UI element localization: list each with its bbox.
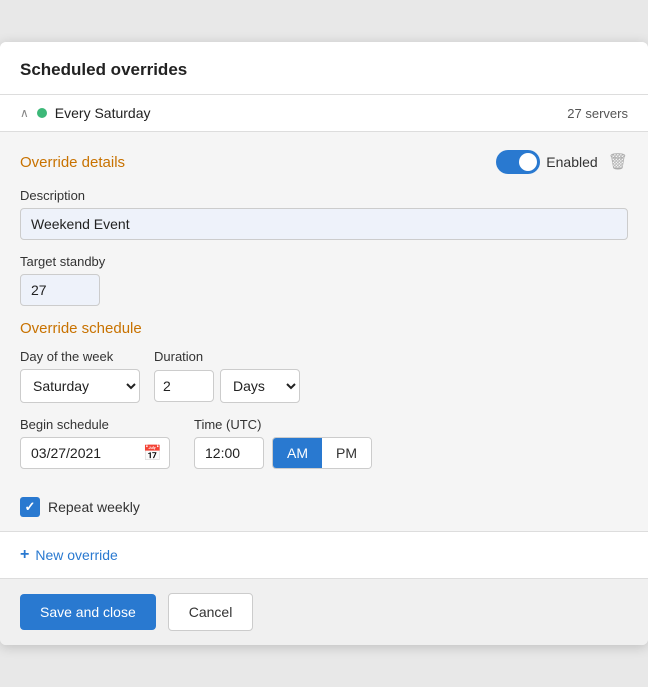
status-dot — [37, 108, 47, 118]
save-and-close-button[interactable]: Save and close — [20, 594, 156, 630]
toggle-track[interactable] — [496, 150, 540, 174]
duration-unit-select[interactable]: Days Hours Weeks — [220, 369, 300, 403]
override-body: Override details Enabled 🗑 Description — [0, 132, 648, 531]
toggle-container: Enabled — [496, 150, 597, 174]
modal: Scheduled overrides ∧ Every Saturday 27 … — [0, 42, 648, 645]
am-button[interactable]: AM — [273, 438, 322, 468]
checkmark-icon: ✓ — [25, 499, 36, 515]
servers-count: 27 servers — [567, 106, 628, 121]
override-controls: Enabled 🗑 — [496, 150, 628, 174]
description-input[interactable] — [20, 208, 628, 240]
trash-icon[interactable]: 🗑 — [608, 152, 628, 172]
begin-time-row: Begin schedule 📅 Time (UTC) AM PM — [20, 417, 628, 483]
modal-title: Scheduled overrides — [20, 60, 628, 80]
schedule-name: Every Saturday — [55, 105, 151, 121]
pm-button[interactable]: PM — [322, 438, 371, 468]
duration-label: Duration — [154, 349, 300, 364]
begin-group: Begin schedule 📅 — [20, 417, 170, 469]
schedule-section-title: Override schedule — [20, 320, 628, 337]
schedule-row-left: ∧ Every Saturday — [20, 105, 151, 121]
day-label: Day of the week — [20, 349, 140, 364]
time-group: Time (UTC) AM PM — [194, 417, 372, 469]
duration-group: Duration Days Hours Weeks — [154, 349, 300, 403]
time-input[interactable] — [194, 437, 264, 469]
override-details-label: Override details — [20, 154, 125, 171]
duration-inputs: Days Hours Weeks — [154, 369, 300, 403]
time-row: AM PM — [194, 437, 372, 469]
time-label: Time (UTC) — [194, 417, 372, 432]
target-standby-input[interactable] — [20, 274, 100, 306]
new-override-label: New override — [35, 547, 117, 563]
plus-icon: + — [20, 546, 29, 564]
schedule-grid: Day of the week Saturday Sunday Monday T… — [20, 349, 628, 403]
duration-number-input[interactable] — [154, 370, 214, 402]
enabled-label: Enabled — [546, 154, 597, 170]
day-select[interactable]: Saturday Sunday Monday Tuesday Wednesday… — [20, 369, 140, 403]
new-override-row[interactable]: + New override — [0, 531, 648, 578]
override-header-row: Override details Enabled 🗑 — [20, 150, 628, 174]
cancel-button[interactable]: Cancel — [168, 593, 254, 631]
target-standby-label: Target standby — [20, 254, 628, 269]
ampm-group: AM PM — [272, 437, 372, 469]
repeat-weekly-row: ✓ Repeat weekly — [20, 497, 628, 517]
repeat-weekly-label: Repeat weekly — [48, 499, 140, 515]
chevron-up-icon[interactable]: ∧ — [20, 106, 29, 120]
enabled-toggle[interactable] — [496, 150, 540, 174]
repeat-weekly-checkbox[interactable]: ✓ — [20, 497, 40, 517]
description-label: Description — [20, 188, 628, 203]
modal-footer: Save and close Cancel — [0, 578, 648, 645]
toggle-thumb — [519, 153, 537, 171]
date-input-wrap: 📅 — [20, 437, 170, 469]
calendar-icon[interactable]: 📅 — [143, 444, 162, 462]
schedule-row: ∧ Every Saturday 27 servers — [0, 95, 648, 132]
begin-label: Begin schedule — [20, 417, 170, 432]
target-standby-group: Target standby — [20, 254, 628, 306]
modal-header: Scheduled overrides — [0, 42, 648, 95]
description-group: Description — [20, 188, 628, 240]
day-group: Day of the week Saturday Sunday Monday T… — [20, 349, 140, 403]
